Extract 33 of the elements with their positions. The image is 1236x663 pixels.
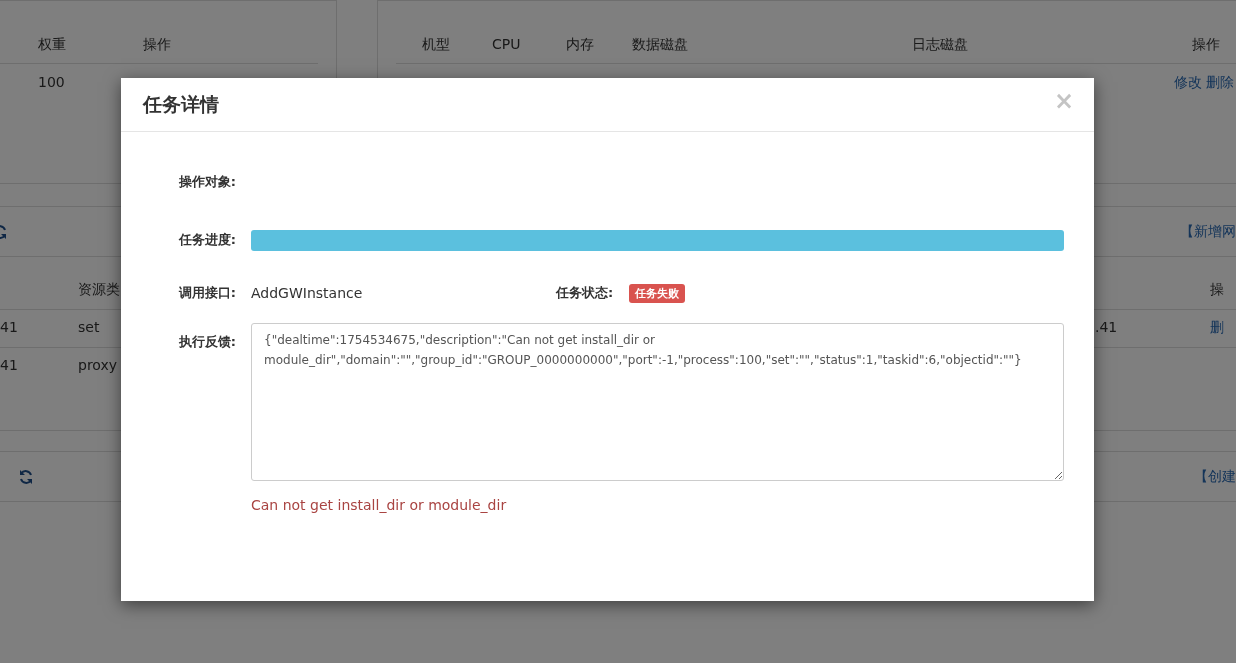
- table-cell: .41: [1095, 319, 1118, 335]
- column-header: 机型: [422, 36, 450, 54]
- field-label: 任务进度:: [177, 231, 236, 249]
- delete-link[interactable]: 删: [1210, 319, 1224, 337]
- column-header: 资源类: [78, 281, 120, 299]
- column-header: 内存: [566, 36, 594, 54]
- error-message: Can not get install_dir or module_dir: [251, 497, 508, 513]
- feedback-textarea[interactable]: {"dealtime":1754534675,"description":"Can not get install_dir or module_dir","domain":"","group_id":"GROUP_0000000000","port":-1,"process":100,"set":"","status":1,"taskid":6,"objectid":""}: [251, 323, 1064, 481]
- column-header: 日志磁盘: [912, 36, 968, 54]
- add-link[interactable]: 【新增网: [1180, 222, 1236, 241]
- table-cell: proxy: [78, 357, 118, 373]
- table-cell: set: [78, 319, 100, 335]
- field-label: 调用接口:: [177, 284, 236, 302]
- column-header: 操: [1210, 281, 1224, 299]
- column-header: 权重: [38, 36, 66, 54]
- close-button[interactable]: ×: [1053, 88, 1074, 113]
- column-header: 操作: [1192, 36, 1220, 54]
- field-label: 任务状态:: [556, 284, 614, 302]
- column-header: 数据磁盘: [632, 36, 688, 54]
- table-cell: 100: [38, 74, 65, 90]
- refresh-icon[interactable]: [18, 468, 34, 485]
- column-header: CPU: [492, 36, 521, 52]
- dialog-title: 任务详情: [143, 91, 219, 117]
- field-label: 操作对象:: [177, 173, 236, 191]
- create-link[interactable]: 【创建: [1194, 467, 1236, 486]
- field-label: 执行反馈:: [177, 333, 236, 351]
- column-header: 操作: [143, 36, 171, 54]
- action-link[interactable]: 删除: [1206, 74, 1234, 92]
- table-cell: 41: [0, 319, 18, 335]
- field-value: AddGWInstance: [251, 285, 364, 301]
- status-badge: 任务失败: [629, 283, 686, 303]
- table-cell: 41: [0, 357, 18, 373]
- action-link[interactable]: 修改: [1174, 74, 1202, 92]
